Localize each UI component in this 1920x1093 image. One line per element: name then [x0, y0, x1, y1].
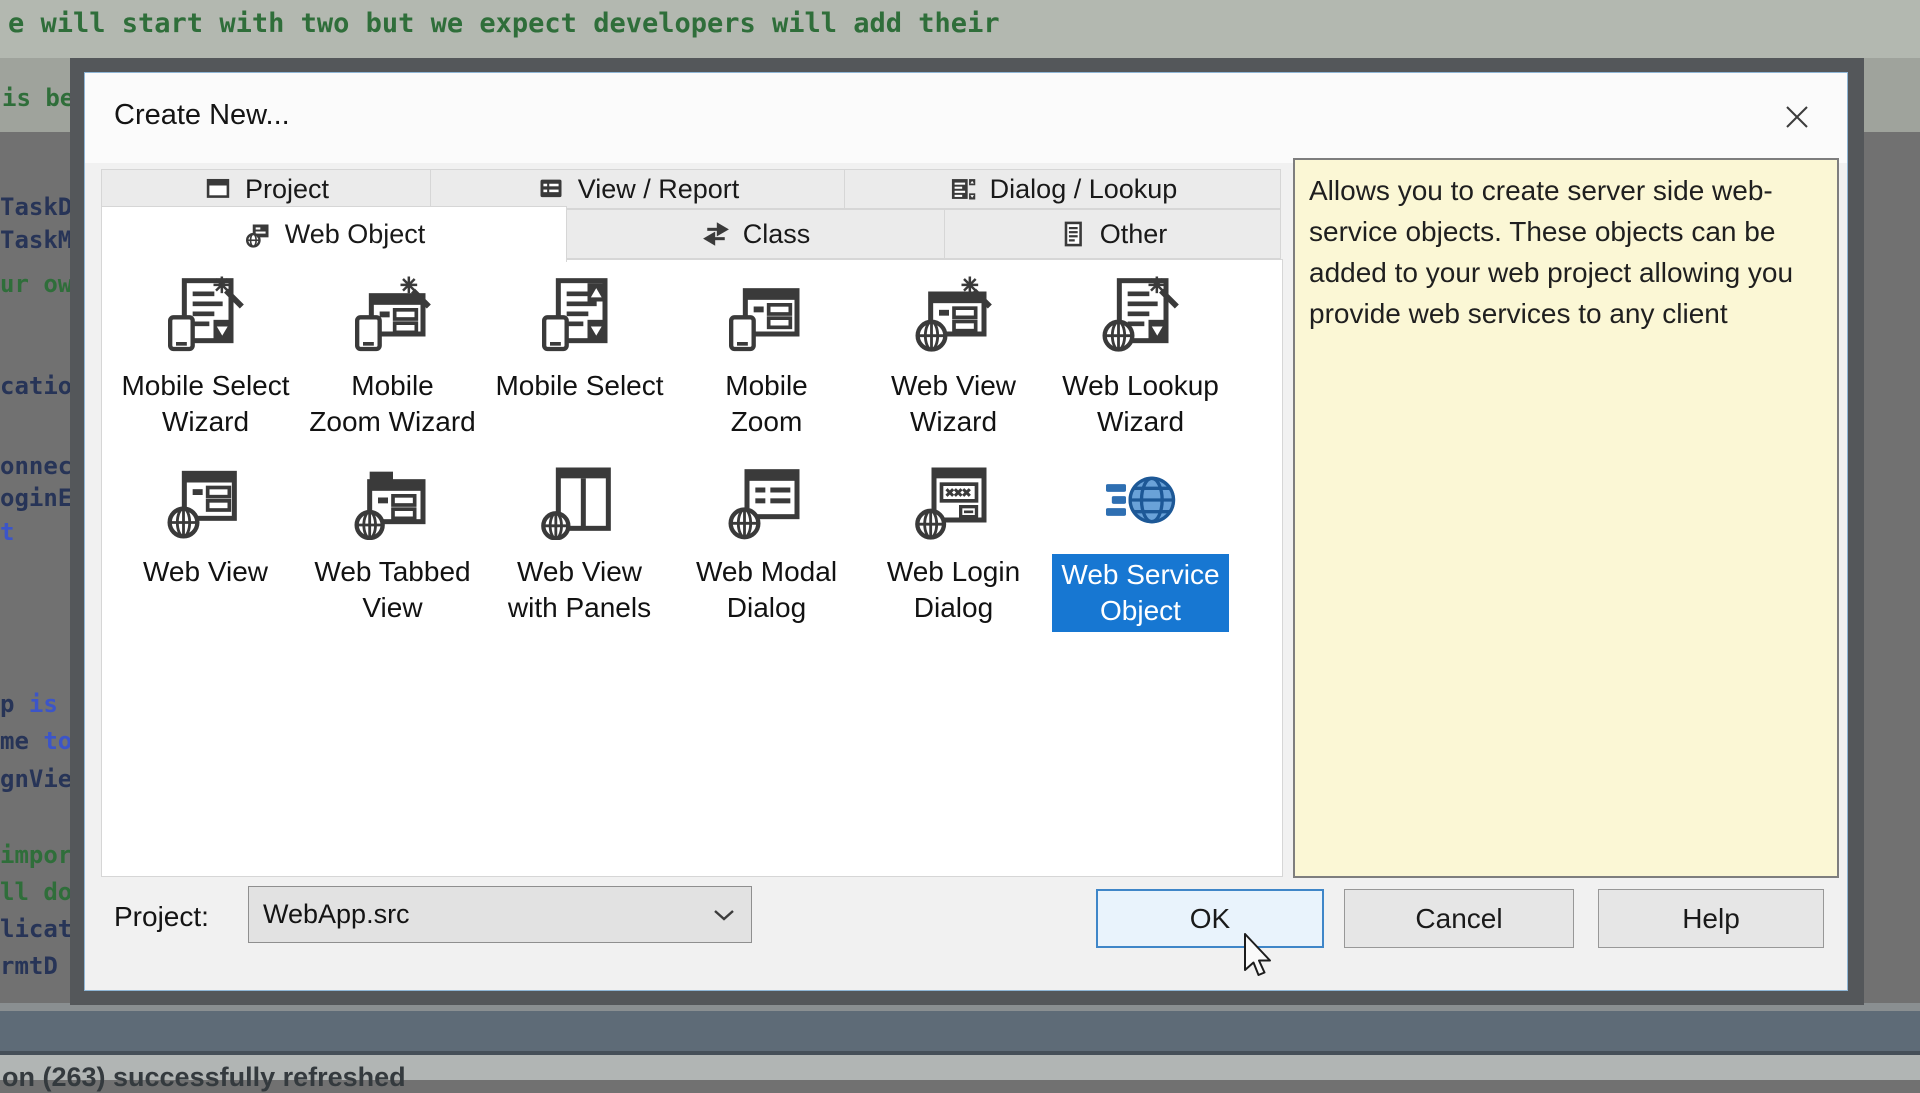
web-login-dialog-icon: [912, 460, 996, 540]
code-fragment: rmtD: [0, 952, 58, 980]
code-fragment: licat: [0, 915, 72, 943]
cancel-button[interactable]: Cancel: [1344, 889, 1574, 948]
tab-dialog-lookup[interactable]: Dialog / Lookup: [844, 169, 1281, 209]
web-object-icon: [243, 221, 273, 249]
dialog-title: Create New...: [114, 99, 290, 132]
code-fragment: TaskD: [0, 193, 72, 221]
tab-row-2: Web Object Class Other: [101, 209, 1281, 259]
item-label: Mobile Zoom: [725, 368, 807, 440]
editor-background-right-dim: [1864, 132, 1920, 1005]
mobile-zoom-icon: [725, 274, 809, 354]
tab-view-report[interactable]: View / Report: [430, 169, 845, 209]
code-fragment: gnVie: [0, 765, 72, 793]
panel-divider-band: [0, 1011, 1920, 1051]
mobile-zoom-wizard-icon: [351, 274, 435, 354]
web-view-with-panels-icon: [538, 460, 622, 540]
web-view-icon: [164, 460, 248, 540]
web-view-wizard-icon: [912, 274, 996, 354]
mouse-cursor: [1243, 933, 1277, 986]
project-combobox-value: WebApp.src: [263, 899, 713, 930]
item-label: Web Service Object: [1052, 554, 1228, 632]
close-icon: [1784, 104, 1810, 135]
item-web-service-object[interactable]: Web Service Object: [1047, 460, 1234, 632]
editor-code-line: e will start with two but we expect deve…: [8, 8, 1000, 39]
close-button[interactable]: [1775, 99, 1819, 139]
web-service-object-icon: [1099, 460, 1183, 540]
item-label: Web Modal Dialog: [696, 554, 837, 626]
dialog-lookup-icon: [948, 175, 978, 203]
web-tabbed-view-icon: [351, 460, 435, 540]
tab-other[interactable]: Other: [944, 209, 1281, 259]
item-web-view-wizard[interactable]: Web View Wizard: [860, 274, 1047, 440]
item-label: Web View with Panels: [508, 554, 651, 626]
item-mobile-zoom-wizard[interactable]: Mobile Zoom Wizard: [299, 274, 486, 440]
help-button[interactable]: Help: [1598, 889, 1824, 948]
project-combobox[interactable]: WebApp.src: [248, 886, 752, 943]
item-web-modal-dialog[interactable]: Web Modal Dialog: [673, 460, 860, 632]
code-fragment: catio: [0, 372, 72, 400]
tab-label: Dialog / Lookup: [990, 174, 1178, 205]
code-fragment: onnec: [0, 452, 72, 480]
code-fragment: ur ow: [0, 270, 72, 298]
editor-background-left-dim: [0, 132, 70, 1005]
other-icon: [1058, 220, 1088, 248]
code-fragment: p is: [0, 690, 58, 718]
item-web-login-dialog[interactable]: Web Login Dialog: [860, 460, 1047, 632]
code-fragment: t: [0, 518, 14, 546]
code-fragment: me to: [0, 727, 72, 755]
ok-button[interactable]: OK: [1096, 889, 1324, 948]
description-panel: Allows you to create server side web-ser…: [1293, 158, 1839, 878]
tab-label: Web Object: [285, 219, 426, 250]
tab-row-1: Project View / Report Dialog / Lookup: [101, 169, 1281, 209]
view-report-icon: [536, 175, 566, 203]
tab-label: View / Report: [578, 174, 740, 205]
chevron-down-icon: [713, 908, 735, 922]
item-web-lookup-wizard[interactable]: Web Lookup Wizard: [1047, 274, 1234, 440]
item-label: Mobile Select Wizard: [121, 368, 289, 440]
item-web-tabbed-view[interactable]: Web Tabbed View: [299, 460, 486, 632]
project-label: Project:: [114, 901, 209, 933]
tab-class[interactable]: Class: [566, 209, 945, 259]
project-icon: [203, 175, 233, 203]
tab-label: Other: [1100, 219, 1168, 250]
item-label: Web Login Dialog: [887, 554, 1020, 626]
item-label: Mobile Zoom Wizard: [309, 368, 475, 440]
tab-label: Class: [743, 219, 811, 250]
object-list-pane: Mobile Select Wizard Mobile Zoom Wizard Mo…: [101, 259, 1283, 877]
item-mobile-zoom[interactable]: Mobile Zoom: [673, 274, 860, 440]
tab-project[interactable]: Project: [101, 169, 431, 209]
tab-label: Project: [245, 174, 329, 205]
code-fragment: impor: [0, 841, 72, 869]
item-label: Web View: [143, 554, 268, 590]
web-modal-dialog-icon: [725, 460, 809, 540]
mobile-select-icon: [538, 274, 622, 354]
code-fragment: ll do: [0, 878, 72, 906]
class-icon: [701, 220, 731, 248]
item-mobile-select[interactable]: Mobile Select: [486, 274, 673, 440]
status-message: on (263) successfully refreshed: [2, 1062, 406, 1093]
item-label: Mobile Select: [495, 368, 663, 404]
item-mobile-select-wizard[interactable]: Mobile Select Wizard: [112, 274, 299, 440]
item-label: Web Tabbed View: [314, 554, 470, 626]
item-label: Web View Wizard: [891, 368, 1016, 440]
code-fragment: is be: [2, 84, 74, 112]
dialog-titlebar[interactable]: Create New...: [85, 73, 1847, 163]
code-fragment: oginE: [0, 484, 72, 512]
code-fragment: TaskM: [0, 226, 72, 254]
editor-background-right: [1864, 58, 1920, 132]
items-row-1: Mobile Select Wizard Mobile Zoom Wizard Mo…: [112, 274, 1234, 440]
mobile-select-wizard-icon: [164, 274, 248, 354]
web-lookup-wizard-icon: [1099, 274, 1183, 354]
item-label: Web Lookup Wizard: [1062, 368, 1219, 440]
create-new-dialog: Create New... Project View / Report Dialog…: [84, 72, 1848, 991]
items-row-2: Web View Web Tabbed View Web View with Pan…: [112, 460, 1234, 632]
item-web-view[interactable]: Web View: [112, 460, 299, 632]
item-web-view-with-panels[interactable]: Web View with Panels: [486, 460, 673, 632]
tab-web-object[interactable]: Web Object: [101, 206, 567, 262]
